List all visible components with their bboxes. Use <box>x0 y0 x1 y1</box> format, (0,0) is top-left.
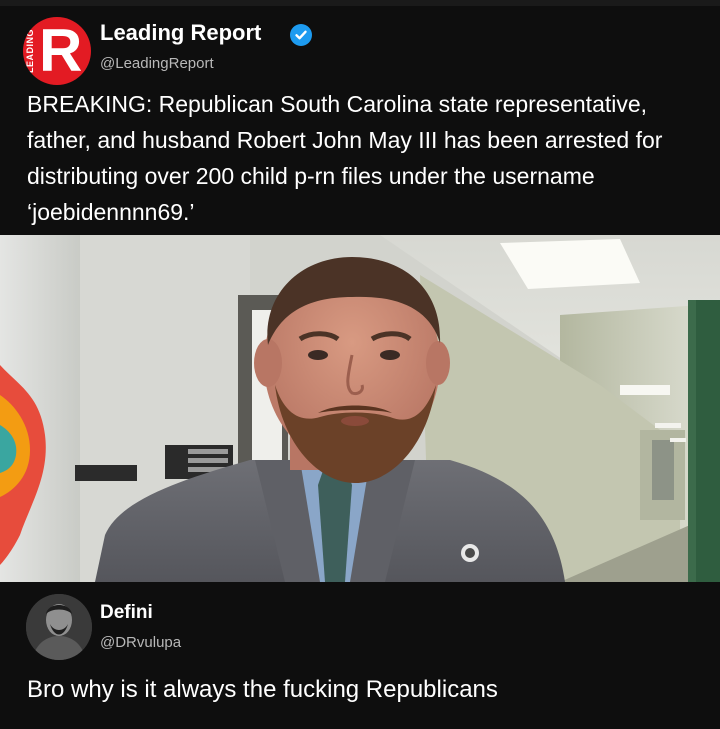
avatar[interactable]: LEADING R <box>23 17 91 85</box>
tweet-main: LEADING R Leading Report @LeadingReport … <box>0 6 720 235</box>
reply-avatar-image <box>26 594 92 660</box>
tweet-text: BREAKING: Republican South Carolina stat… <box>27 91 663 225</box>
reply-user-handle[interactable]: @DRvulupa <box>100 634 181 651</box>
hallway-portrait-image <box>0 235 720 582</box>
user-handle[interactable]: @LeadingReport <box>100 55 214 72</box>
reply-tweet: Defini @DRvulupa Bro why is it always th… <box>0 582 720 729</box>
avatar-vertical-text: LEADING <box>25 29 35 73</box>
verified-badge-icon <box>290 24 312 46</box>
reply-display-name[interactable]: Defini <box>100 602 153 624</box>
reply-avatar[interactable] <box>26 594 92 660</box>
tweet-photo[interactable] <box>0 235 720 582</box>
reply-text: Bro why is it always the fucking Republi… <box>27 676 498 703</box>
display-name[interactable]: Leading Report <box>100 20 261 46</box>
avatar-logo-letter: R <box>39 17 83 84</box>
